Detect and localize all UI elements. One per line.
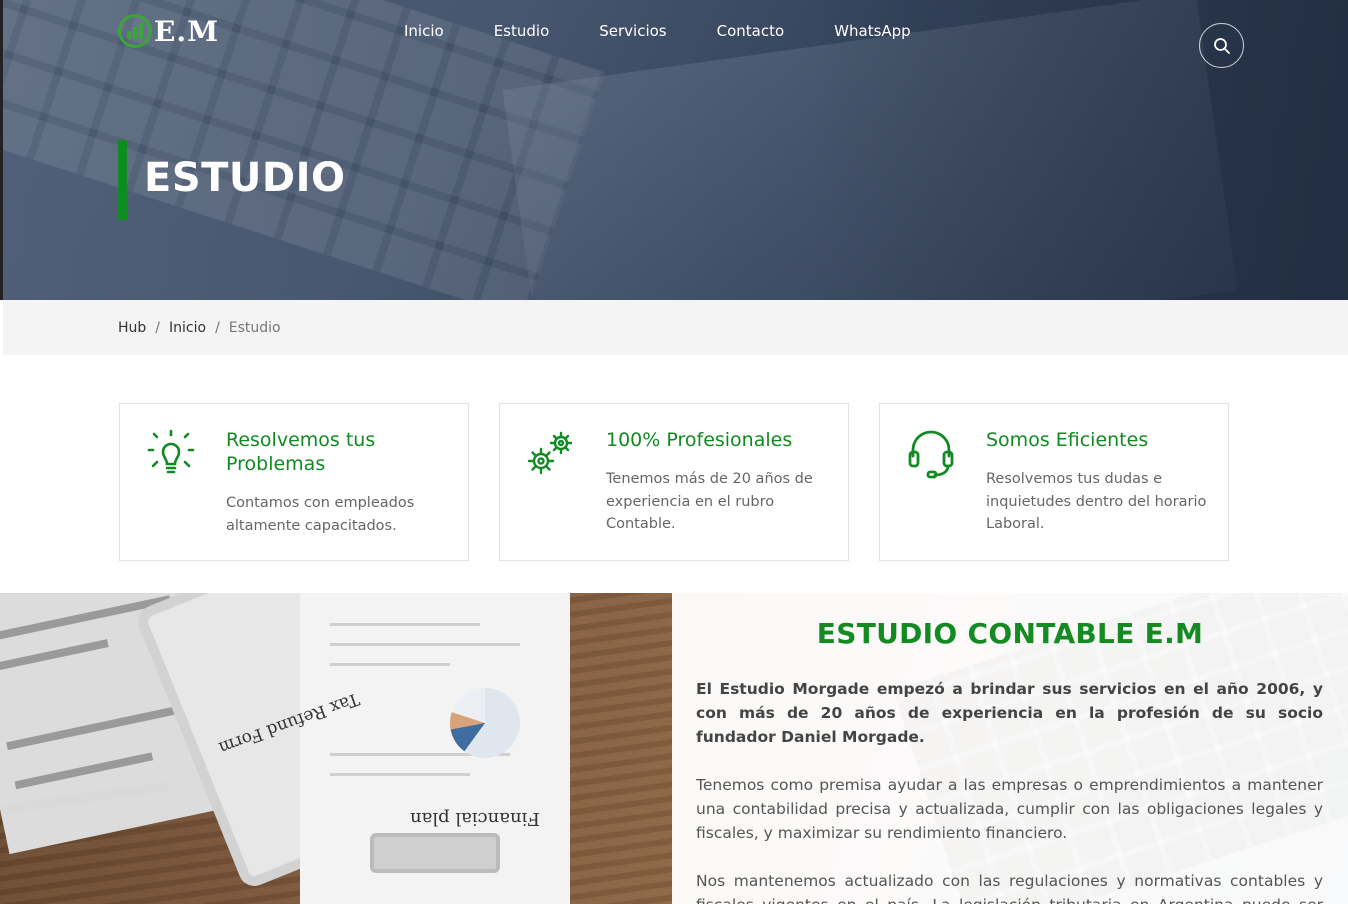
- site-logo[interactable]: E.M: [118, 14, 219, 48]
- feature-card-eficientes: Somos Eficientes Resolvemos tus dudas e …: [879, 403, 1229, 561]
- hero-banner: E.M Inicio Estudio Servicios Contacto Wh…: [0, 0, 1348, 300]
- feature-card-problemas: Resolvemos tus Problemas Contamos con em…: [119, 403, 469, 561]
- breadcrumb: Hub / Inicio / Estudio: [3, 300, 1348, 355]
- feature-text: Tenemos más de 20 años de experiencia en…: [606, 471, 813, 532]
- breadcrumb-hub[interactable]: Hub: [118, 320, 146, 336]
- nav-item-servicios[interactable]: Servicios: [599, 22, 666, 40]
- documents-photo: Tax Refund Form Financial plan: [0, 593, 672, 904]
- gears-icon: [527, 431, 573, 475]
- breadcrumb-inicio[interactable]: Inicio: [169, 320, 206, 336]
- about-title: ESTUDIO CONTABLE E.M: [816, 617, 1204, 650]
- feature-text: Contamos con empleados altamente capacit…: [226, 495, 415, 534]
- logo-text: E.M: [154, 14, 220, 48]
- feature-card-profesionales: 100% Profesionales Tenemos más de 20 año…: [499, 403, 849, 561]
- nav-item-estudio[interactable]: Estudio: [494, 22, 550, 40]
- feature-title: 100% Profesionales: [606, 429, 793, 451]
- clipboard-clamp-graphic: [370, 833, 500, 873]
- pie-chart-graphic: [450, 688, 520, 758]
- feature-title: Resolvemos tus Problemas: [226, 429, 376, 475]
- about-section: ESTUDIO CONTABLE E.M El Estudio Morgade …: [672, 593, 1348, 904]
- hero-title-accent: [118, 140, 127, 220]
- logo-chart-icon: [118, 14, 152, 48]
- about-paragraph: Tenemos como premisa ayudar a las empres…: [696, 776, 1323, 842]
- feature-text: Resolvemos tus dudas e inquietudes dentr…: [986, 471, 1207, 532]
- headset-icon: [908, 430, 954, 479]
- about-paragraph: El Estudio Morgade empezó a brindar sus …: [696, 680, 1323, 746]
- breadcrumb-separator: /: [155, 319, 161, 336]
- search-icon: [1213, 37, 1230, 54]
- search-button[interactable]: [1199, 23, 1244, 68]
- nav-item-contacto[interactable]: Contacto: [717, 22, 785, 40]
- about-paragraph: Nos mantenemos actualizado con las regul…: [696, 872, 1323, 904]
- page-title: ESTUDIO: [144, 155, 346, 201]
- breadcrumb-separator: /: [215, 319, 220, 336]
- breadcrumb-current: Estudio: [228, 319, 281, 336]
- feature-title: Somos Eficientes: [986, 429, 1149, 451]
- lightbulb-icon: [147, 429, 195, 474]
- financial-plan-text: Financial plan: [410, 808, 540, 829]
- nav-item-whatsapp[interactable]: WhatsApp: [834, 22, 911, 40]
- nav-item-inicio[interactable]: Inicio: [404, 22, 444, 40]
- main-nav: Inicio Estudio Servicios Contacto WhatsA…: [404, 22, 961, 40]
